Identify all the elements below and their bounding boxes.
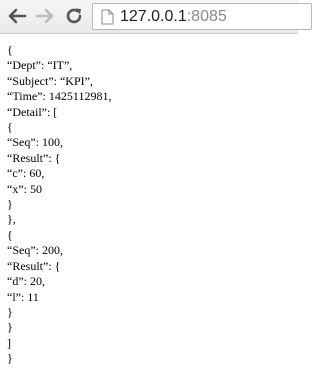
browser-window: 127.0.0.1:8085 {“Dept”: “IT”, “Subject”: …: [0, 0, 312, 375]
json-response-body: {“Dept”: “IT”, “Subject”: “KPI”, “Time”: 1…: [7, 43, 111, 367]
json-line: “Result”: {: [7, 150, 61, 165]
json-line: “x”: 50: [7, 181, 42, 196]
json-line: “c”: 60,: [7, 166, 45, 181]
json-line: “Subject”: “KPI”,: [7, 73, 93, 88]
json-line: “Detail”: [: [7, 104, 58, 119]
json-line: “l”: 11: [7, 289, 39, 304]
json-line: }: [7, 197, 13, 212]
reload-button[interactable]: [63, 5, 85, 27]
reload-icon: [66, 8, 82, 24]
address-bar[interactable]: 127.0.0.1:8085: [92, 3, 312, 30]
json-line: {: [7, 227, 13, 242]
json-line: “Time”: 1425112981,: [7, 89, 112, 104]
back-button[interactable]: [6, 5, 28, 27]
browser-toolbar: 127.0.0.1:8085: [0, 0, 312, 34]
url-text[interactable]: 127.0.0.1:8085: [120, 7, 227, 27]
json-line: }: [7, 320, 13, 335]
json-line: “Result”: {: [7, 258, 61, 273]
forward-button[interactable]: [34, 5, 56, 27]
json-line: “Seq”: 200,: [7, 243, 63, 258]
back-arrow-icon: [8, 8, 27, 24]
url-host: 127.0.0.1: [120, 8, 187, 25]
json-line: “d”: 20,: [7, 274, 45, 289]
forward-arrow-icon: [35, 8, 54, 24]
json-line: {: [7, 43, 13, 57]
page-icon: [101, 9, 114, 25]
json-line: }: [7, 304, 13, 319]
json-line: {: [7, 120, 13, 135]
json-line: },: [7, 212, 16, 227]
json-line: ]: [7, 335, 11, 350]
json-line: “Dept”: “IT”,: [7, 58, 73, 73]
url-port: :8085: [186, 8, 227, 25]
json-line: “Seq”: 100,: [7, 135, 63, 150]
json-line: }: [7, 351, 13, 366]
